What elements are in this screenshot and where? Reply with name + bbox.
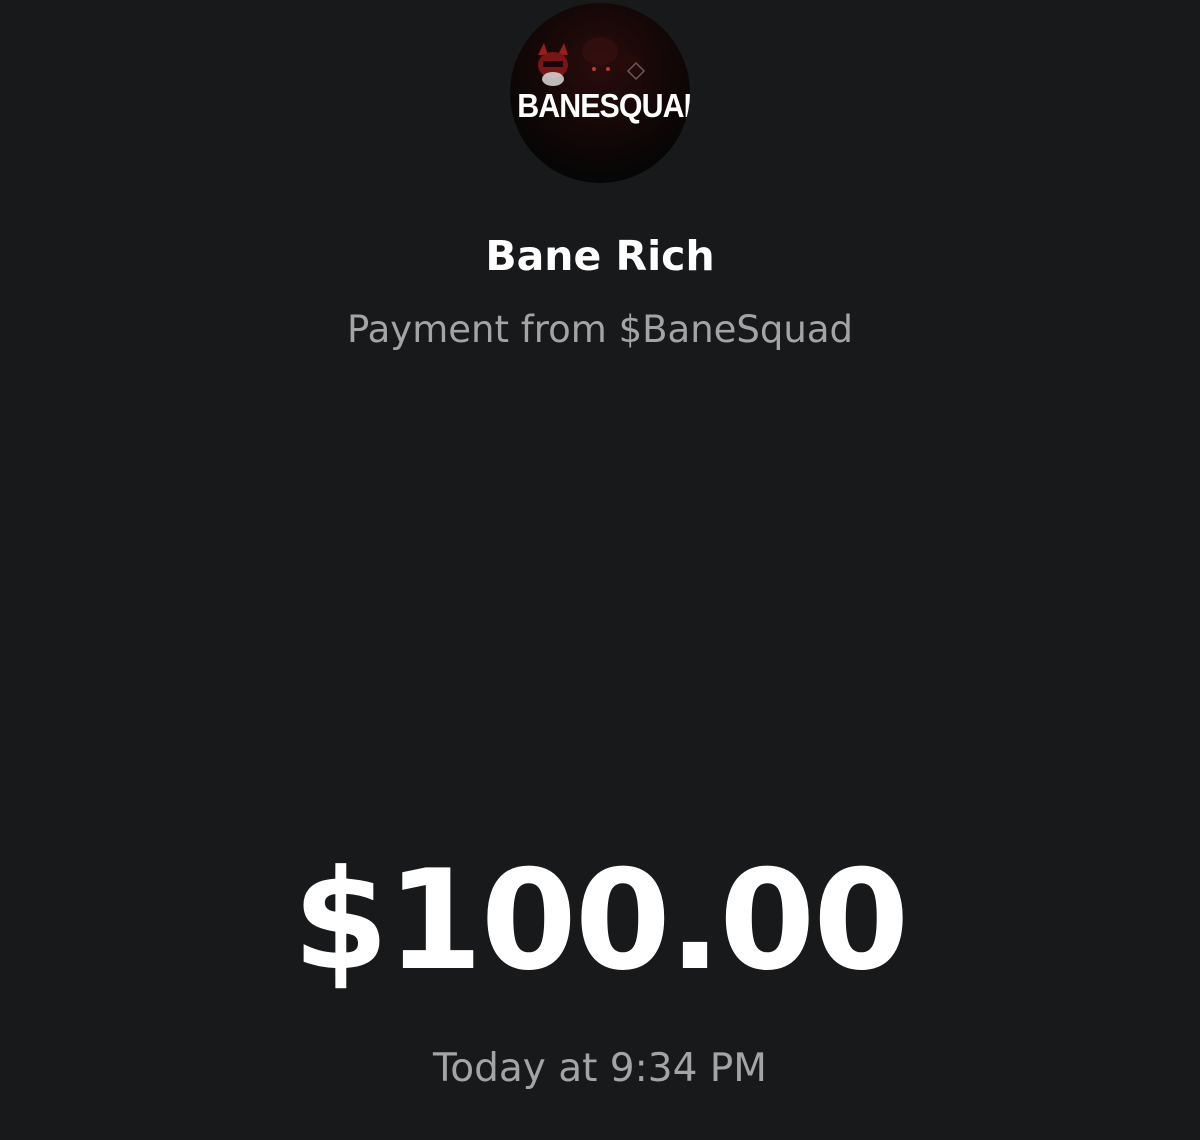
- payment-timestamp: Today at 9:34 PM: [433, 1046, 767, 1091]
- payment-subtitle: Payment from $BaneSquad: [346, 308, 853, 351]
- payment-amount: $100.00: [292, 840, 910, 1001]
- avatar-logo-text: BANESQUAD: [517, 87, 690, 124]
- avatar[interactable]: BANESQUAD: [510, 3, 690, 183]
- payer-name: Bane Rich: [485, 232, 715, 280]
